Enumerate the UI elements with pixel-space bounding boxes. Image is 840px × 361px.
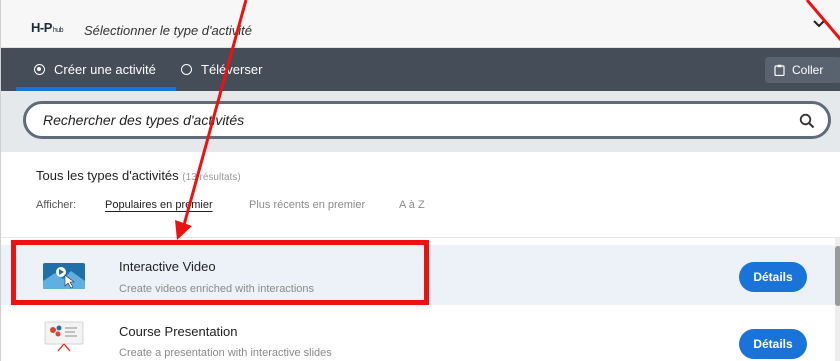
logo-sub-text: hub (52, 27, 64, 34)
sort-popular-first[interactable]: Populaires en premier (105, 199, 213, 213)
tab-upload[interactable]: Téléverser (181, 60, 262, 78)
clipboard-icon (774, 64, 785, 76)
sort-label: Afficher: (36, 199, 77, 211)
list-divider (1, 237, 840, 238)
tab-upload-label: Téléverser (201, 61, 263, 77)
sort-recent-first[interactable]: Plus récents en premier (249, 199, 365, 213)
paste-button-label: Coller (792, 63, 824, 77)
paste-button[interactable]: Coller (765, 57, 840, 83)
tabs-bar: Créer une activité Téléverser (1, 48, 840, 91)
search-area: Rechercher des types d'activités (1, 91, 840, 152)
logo-text: H-P (31, 20, 52, 35)
details-button[interactable]: Détails (739, 329, 807, 359)
details-button[interactable]: Détails (739, 262, 807, 292)
course-presentation-icon (44, 321, 84, 352)
h5p-hub-logo: H-Phub (31, 20, 64, 35)
chevron-down-icon[interactable] (813, 18, 825, 30)
results-count: (13 résultats) (182, 172, 241, 183)
content-type-row-course-presentation[interactable]: Course Presentation Create a presentatio… (1, 312, 835, 361)
tab-create-activity[interactable]: Créer une activité (34, 60, 156, 78)
tab-create-label: Créer une activité (54, 61, 156, 77)
search-input[interactable]: Rechercher des types d'activités (23, 101, 831, 139)
content-type-description: Create a presentation with interactive s… (119, 347, 332, 359)
scrollbar[interactable] (835, 238, 840, 361)
results-title-text: Tous les types d'activités (36, 168, 179, 183)
results-title: Tous les types d'activités (13 résultats… (36, 168, 241, 183)
content-type-name: Course Presentation (119, 324, 238, 339)
scrollbar-thumb[interactable] (835, 246, 840, 306)
hub-header[interactable]: H-Phub Sélectionner le type d'activité (1, 0, 840, 48)
radio-checked-icon (34, 63, 45, 75)
annotation-highlight-box (11, 240, 429, 305)
sort-a-to-z[interactable]: A à Z (399, 199, 425, 213)
radio-unchecked-icon (181, 63, 192, 75)
search-icon[interactable] (799, 113, 815, 129)
hub-panel: H-Phub Sélectionner le type d'activité C… (0, 0, 840, 361)
hub-title: Sélectionner le type d'activité (84, 23, 252, 38)
search-placeholder: Rechercher des types d'activités (43, 112, 245, 128)
